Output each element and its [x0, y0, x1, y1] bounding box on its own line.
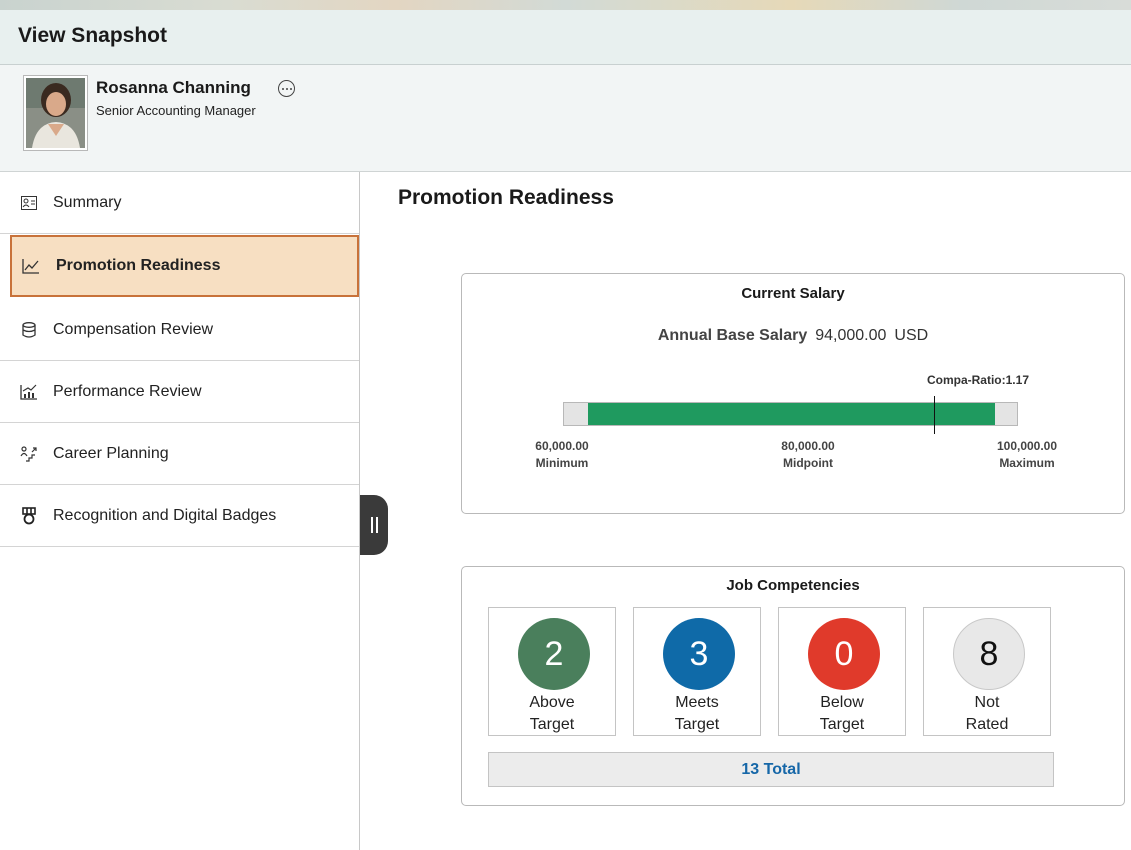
employee-photo [26, 78, 85, 148]
job-competencies-title: Job Competencies [726, 577, 860, 594]
above-target-label: Above Target [489, 692, 615, 736]
tile-label-line: Rated [965, 716, 1009, 733]
salary-amount: 94,000.00 [815, 327, 887, 344]
tile-label-line: Not [974, 694, 1000, 711]
current-salary-card: Current Salary Annual Base Salary 94,000.… [461, 273, 1125, 514]
meets-target-count: 3 [663, 618, 735, 690]
competency-tile-below-target[interactable]: 0 Below Target [778, 607, 906, 736]
minimum-label: Minimum [535, 456, 589, 470]
competency-tile-above-target[interactable]: 2 Above Target [488, 607, 616, 736]
tile-label-line: Target [674, 716, 720, 733]
sidebar-item-label: Recognition and Digital Badges [53, 506, 277, 524]
id-card-icon [18, 192, 40, 214]
not-rated-count: 8 [953, 618, 1025, 690]
tile-label-line: Meets [675, 694, 719, 711]
page-title: Promotion Readiness [398, 186, 614, 209]
bar-chart-trend-icon [18, 381, 40, 403]
salary-position-marker [934, 396, 935, 434]
salary-midpoint: 80,000.00 Midpoint [768, 438, 848, 472]
minimum-value: 60,000.00 [535, 439, 589, 453]
not-rated-label: Not Rated [924, 692, 1050, 736]
below-target-count: 0 [808, 618, 880, 690]
employee-name: Rosanna Channing [96, 78, 251, 97]
header-decoration [0, 0, 1131, 10]
tile-label-line: Target [819, 716, 865, 733]
salary-minimum: 60,000.00 Minimum [522, 438, 602, 472]
meets-target-label: Meets Target [634, 692, 760, 736]
midpoint-label: Midpoint [783, 456, 833, 470]
avatar [23, 75, 88, 151]
tile-label-line: Above [529, 694, 575, 711]
sidebar-item-label: Performance Review [53, 382, 202, 400]
sidebar-item-label: Compensation Review [53, 320, 214, 338]
sidebar-item-label: Summary [53, 193, 122, 211]
tile-label-line: Target [529, 716, 575, 733]
tile-label-line: Below [820, 694, 864, 711]
below-target-label: Below Target [779, 692, 905, 736]
salary-range-bar [563, 402, 1018, 426]
maximum-value: 100,000.00 [996, 439, 1058, 453]
midpoint-value: 80,000.00 [781, 439, 835, 453]
sidebar-item-compensation-review[interactable]: Compensation Review [0, 299, 359, 361]
salary-maximum: 100,000.00 Maximum [982, 438, 1072, 472]
sidebar-item-summary[interactable]: Summary [0, 172, 359, 234]
badge-medal-icon [18, 505, 40, 527]
collapse-sidebar-button[interactable] [360, 495, 388, 555]
job-competencies-card: Job Competencies 2 Above Target 3 Meets … [461, 566, 1125, 806]
page-header-title: View Snapshot [18, 24, 167, 47]
page-header: View Snapshot [0, 10, 1131, 65]
employee-profile: Rosanna Channing Senior Accounting Manag… [0, 65, 1131, 172]
sidebar-item-promotion-readiness[interactable]: Promotion Readiness [10, 235, 359, 297]
line-chart-icon [20, 255, 42, 277]
annual-base-salary-label: Annual Base Salary [657, 327, 808, 344]
sidebar-item-career-planning[interactable]: Career Planning [0, 423, 359, 485]
competencies-total-link[interactable]: 13 Total [488, 752, 1054, 787]
compa-ratio: Compa-Ratio:1.17 [926, 373, 1029, 387]
career-steps-icon [18, 443, 40, 465]
salary-currency: USD [894, 327, 929, 344]
pause-bars-icon [370, 517, 378, 533]
competency-tile-not-rated[interactable]: 8 Not Rated [923, 607, 1051, 736]
more-options-icon[interactable] [278, 80, 295, 97]
employee-job-title: Senior Accounting Manager [96, 103, 256, 118]
sidebar-item-performance-review[interactable]: Performance Review [0, 361, 359, 423]
competency-tile-meets-target[interactable]: 3 Meets Target [633, 607, 761, 736]
sidebar-item-label: Promotion Readiness [56, 257, 221, 274]
maximum-label: Maximum [999, 456, 1055, 470]
sidebar-item-recognition-badges[interactable]: Recognition and Digital Badges [0, 485, 359, 547]
above-target-count: 2 [518, 618, 590, 690]
sidebar-nav: Summary Promotion Readiness Compensation… [0, 172, 360, 850]
current-salary-title: Current Salary [741, 285, 845, 302]
annual-base-salary: Annual Base Salary 94,000.00 USD [462, 327, 1124, 345]
sidebar-item-label: Career Planning [53, 444, 169, 462]
database-icon [18, 319, 40, 341]
